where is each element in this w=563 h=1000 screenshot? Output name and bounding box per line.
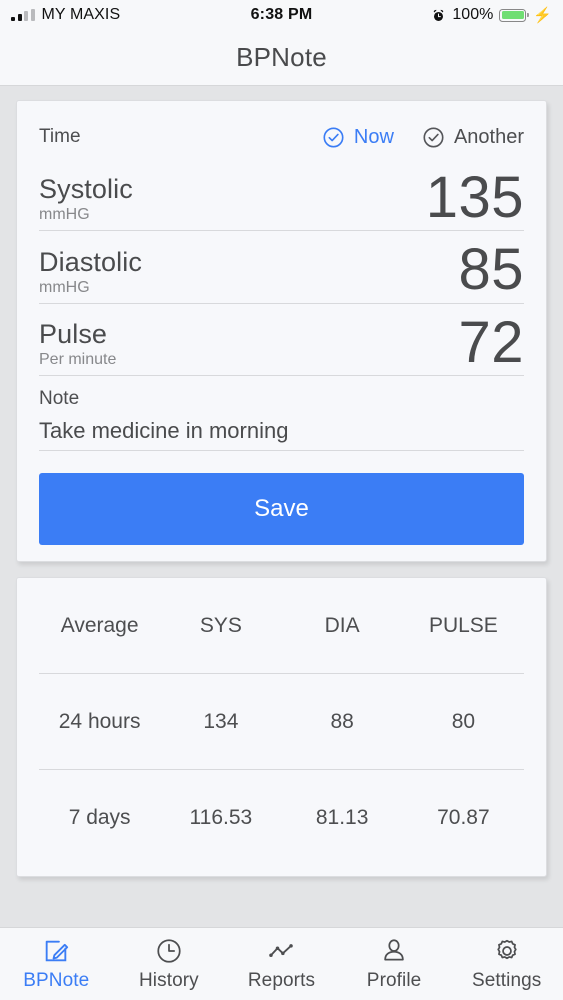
table-cell-pulse: 70.87 [437,806,490,830]
table-header-sys: SYS [199,613,242,637]
measurement-row-pulse[interactable]: Pulse Per minute 72 [39,304,524,377]
time-label: Time [39,126,81,147]
measurement-row-systolic[interactable]: Systolic mmHG 135 [39,159,524,232]
tab-bpnote-label: BPNote [23,969,90,991]
edit-note-icon [46,940,69,961]
table-cell-sys: 116.53 [189,806,253,830]
measurement-labels: Systolic mmHG [39,175,133,224]
gear-icon [497,939,517,959]
time-row: Time Now Another [39,115,524,159]
status-bar: MY MAXIS 6:38 PM 100% ⚡ [0,0,563,30]
time-option-another[interactable]: Another [422,126,524,149]
check-circle-icon [423,126,444,148]
page-title: BPNote [236,42,327,72]
note-input[interactable]: Take medicine in morning [39,418,524,444]
diastolic-input[interactable]: 85 [458,241,524,299]
alarm-clock-icon [434,9,444,21]
table-cell-dia: 88 [330,709,354,733]
note-block[interactable]: Note Take medicine in morning [39,376,524,452]
scroll-content[interactable]: Time Now Another Systolic mmHG 135 Diast… [0,86,563,927]
measurement-unit: Per minute [39,351,117,369]
table-cell-dia: 81.13 [315,806,369,830]
measurement-row-diastolic[interactable]: Diastolic mmHG 85 [39,231,524,304]
table-row: 24 hours 134 88 80 [39,674,524,771]
table-header-pulse: PULSE [428,613,498,637]
time-option-now[interactable]: Now [322,126,394,149]
time-option-now-label: Now [353,125,394,148]
measurement-unit: mmHG [39,206,90,224]
tab-bpnote[interactable]: BPNote [0,937,113,992]
tab-profile[interactable]: Profile [338,937,451,992]
person-icon [384,938,404,961]
check-circle-icon [323,126,344,148]
tab-profile-label: Profile [366,969,422,991]
tab-bar: BPNote History Reports Profile Settings [0,927,563,1000]
table-cell-period: 24 hours [58,709,141,733]
table-cell-period: 7 days [68,806,131,830]
measurement-labels: Pulse Per minute [39,318,117,369]
lightning-bolt-icon: ⚡ [533,6,552,24]
table-header-row: Average SYS DIA PULSE [39,578,524,675]
status-bar-right: 100% ⚡ [431,6,552,24]
time-options: Now Another [322,126,524,149]
entry-card: Time Now Another Systolic mmHG 135 Diast… [16,100,547,563]
carrier-name: MY MAXIS [41,6,121,23]
app-screen: MY MAXIS 6:38 PM 100% ⚡ BPNote Time Now … [0,0,563,1000]
tab-history[interactable]: History [113,937,226,992]
measurement-name: Diastolic [39,246,142,277]
averages-card: Average SYS DIA PULSE 24 hours 134 88 80… [16,577,547,878]
tab-reports[interactable]: Reports [225,937,338,992]
tab-history-label: History [138,969,199,991]
tab-settings-label: Settings [471,969,542,991]
tab-reports-label: Reports [247,969,316,991]
battery-percent-label: 100% [452,6,494,23]
line-chart-icon [269,943,294,957]
measurement-name: Systolic [39,174,133,205]
time-option-another-label: Another [453,125,524,148]
table-header-average: Average [60,613,139,637]
measurement-name: Pulse [39,318,108,349]
systolic-input[interactable]: 135 [426,168,524,226]
save-button[interactable]: Save [39,473,524,546]
note-label: Note [39,388,80,410]
status-bar-left: MY MAXIS [11,6,120,24]
table-header-dia: DIA [324,613,360,637]
measurement-labels: Diastolic mmHG [39,246,142,297]
pulse-input[interactable]: 72 [458,313,524,371]
battery-full-icon [499,8,530,22]
table-cell-sys: 134 [203,709,239,733]
measurement-unit: mmHG [39,278,90,296]
table-row: 7 days 116.53 81.13 70.87 [39,770,524,866]
tab-settings[interactable]: Settings [450,937,563,992]
nav-bar: BPNote [0,30,563,86]
table-cell-pulse: 80 [451,709,476,733]
cellular-signal-icon [11,9,35,21]
clock-icon [157,938,181,963]
